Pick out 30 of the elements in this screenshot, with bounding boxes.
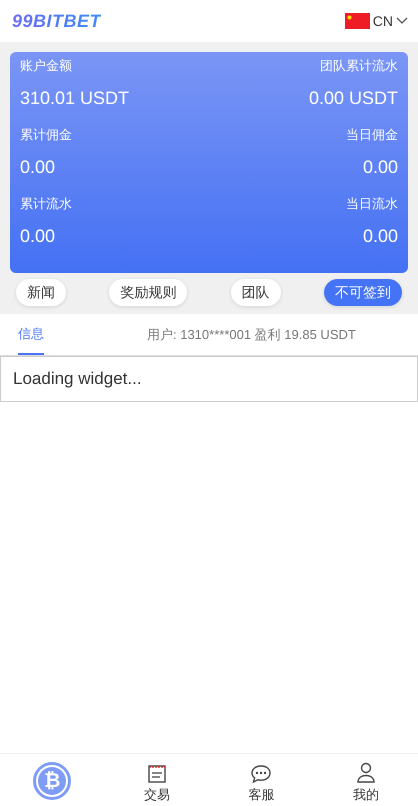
chevron-down-icon (396, 17, 408, 25)
stat-value: 0.00 (362, 156, 398, 179)
tab[interactable]: 信息 (18, 314, 44, 355)
stat-label: 累计流水 (20, 196, 72, 213)
action-button[interactable]: 不可签到 (324, 279, 402, 306)
ledger-icon (146, 764, 167, 784)
widget-panel: Loading widget... (0, 356, 418, 402)
nav-item[interactable]: 我的 (314, 754, 418, 806)
stat-label: 当日佣金 (346, 127, 398, 144)
coin-icon: ₿ (33, 762, 72, 800)
action-button[interactable]: 新闻 (16, 279, 66, 306)
user-icon (356, 762, 376, 784)
flag-icon (344, 13, 370, 29)
stat-label: 累计佣金 (20, 127, 72, 144)
stat-value: 310.01 USDT (20, 87, 130, 110)
stat-value: 0.00 (20, 156, 56, 179)
stat-label: 团队累计流水 (320, 58, 398, 75)
stat-value: 0.00 USDT (308, 87, 398, 110)
action-button[interactable]: 团队 (230, 279, 281, 306)
language-code: CN (372, 13, 393, 29)
nav-item[interactable]: 交易 (104, 754, 209, 806)
ticker-text: 用户: 1310****001 盈利 19.85 USDT (147, 326, 356, 344)
chat-icon (250, 764, 272, 784)
stat-value: 0.00 (362, 225, 398, 248)
stat-label: 账户金额 (20, 58, 72, 75)
action-button[interactable]: 奖励规则 (109, 279, 188, 306)
nav-item[interactable]: 客服 (209, 754, 314, 806)
language-selector[interactable]: CN (344, 13, 408, 29)
stat-value: 0.00 (20, 225, 56, 248)
stat-label: 当日流水 (346, 196, 398, 213)
